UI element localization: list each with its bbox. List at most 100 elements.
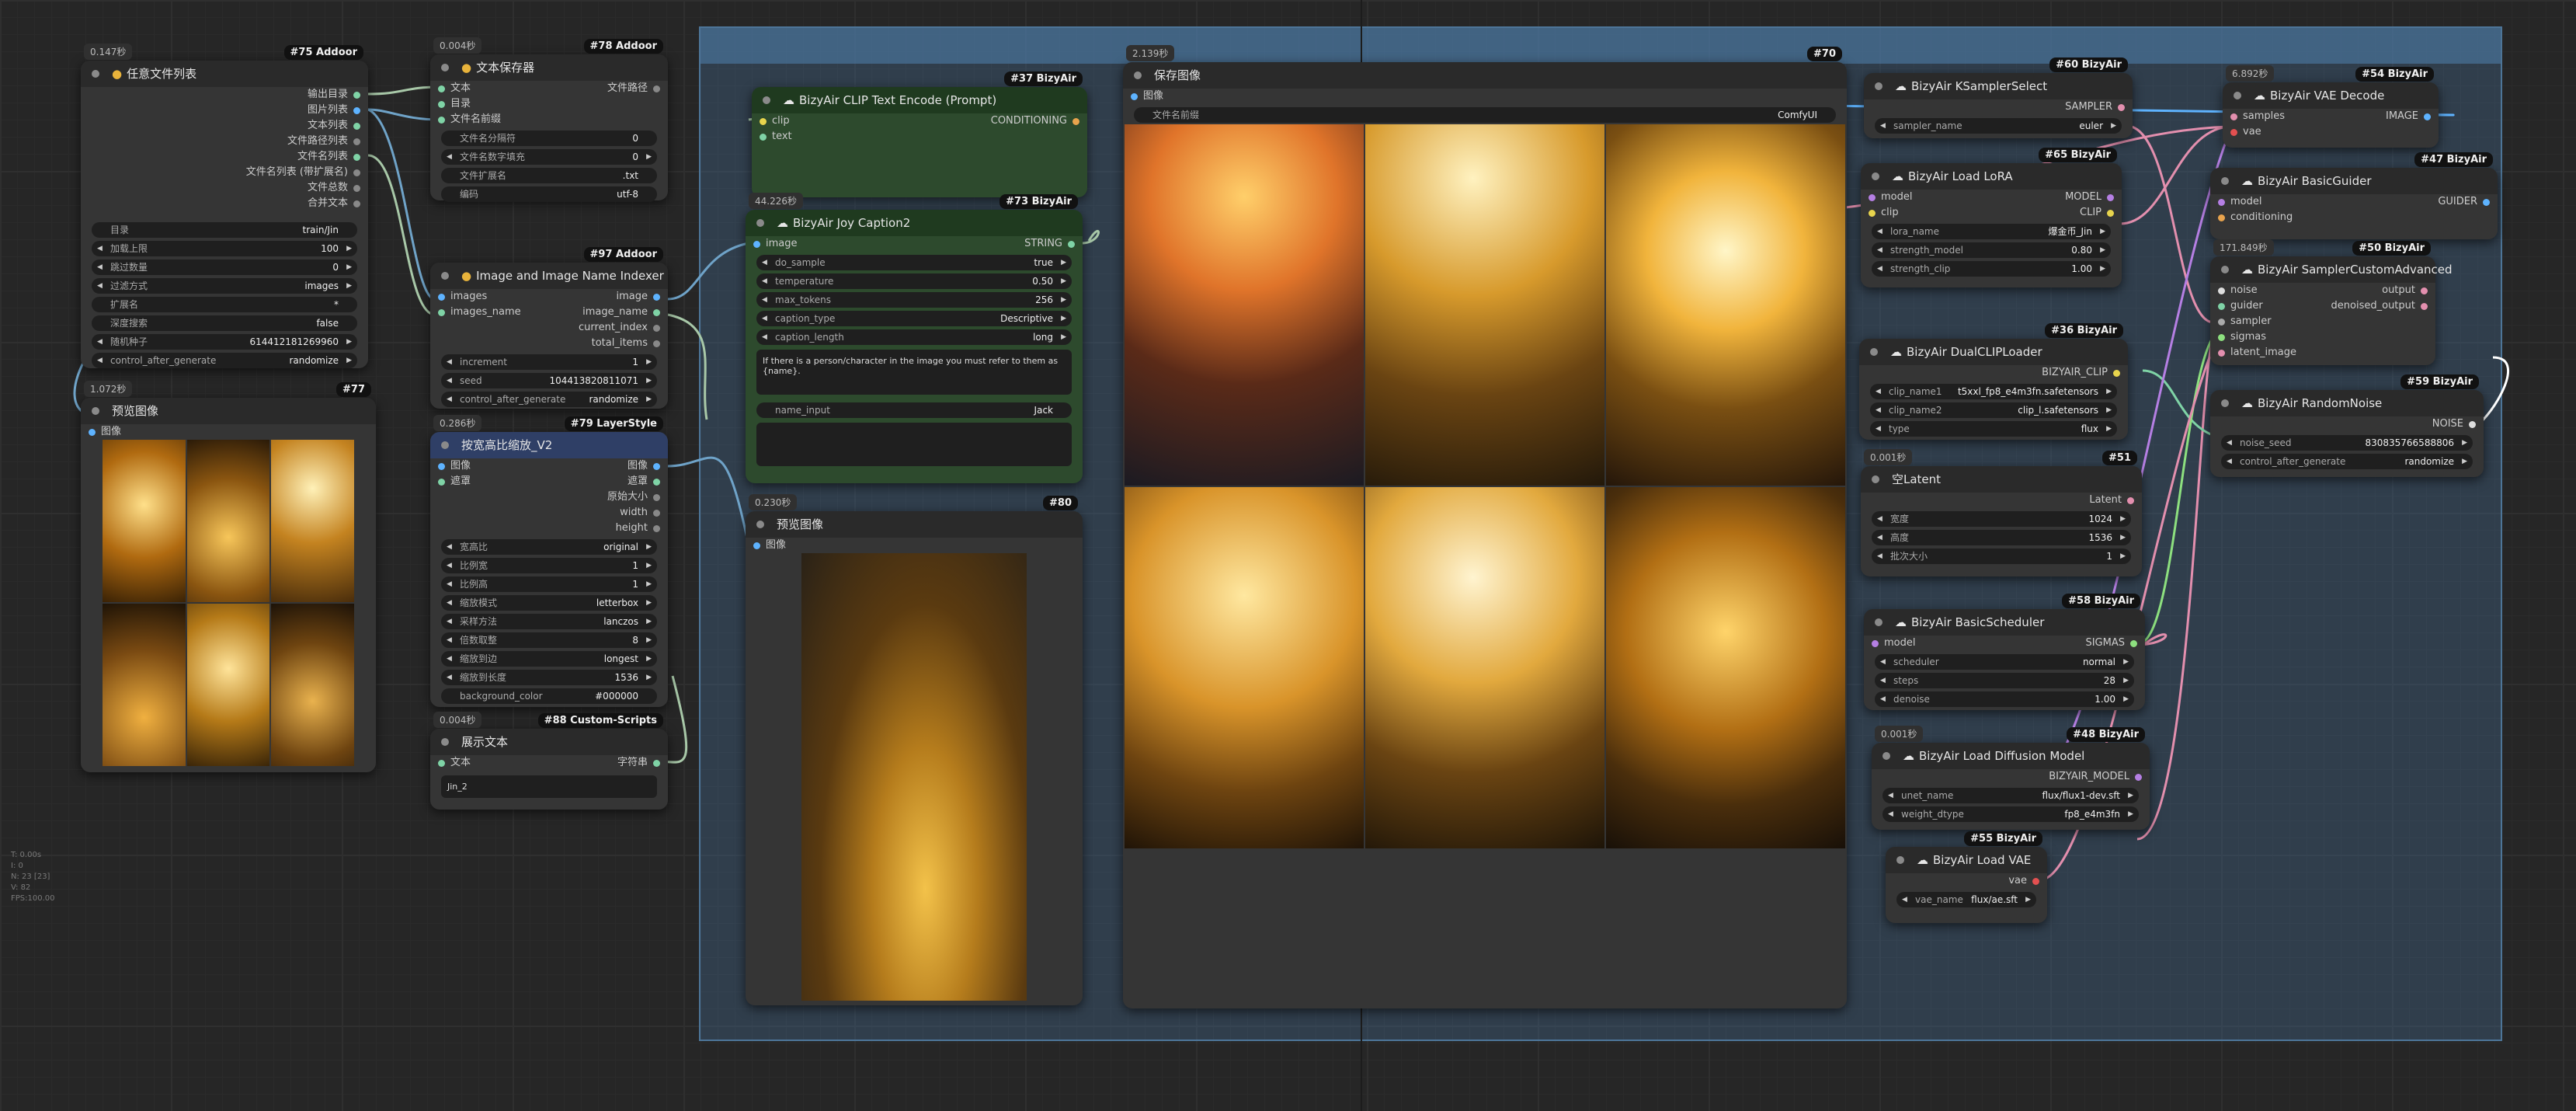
input-slot[interactable]: 目录 — [430, 96, 668, 112]
widget-type[interactable]: type flux — [1870, 421, 2117, 437]
widget-vae-name[interactable]: vae_name flux/ae.sft — [1896, 892, 2036, 907]
input-pin[interactable] — [2218, 334, 2225, 341]
node-title-bar[interactable]: ☁ BizyAir CLIP Text Encode (Prompt) — [752, 87, 1087, 113]
output-pin[interactable] — [653, 494, 660, 501]
collapse-dot-icon[interactable] — [2221, 177, 2229, 185]
node-load-diffusion-model[interactable]: 0.001秒 #48 BizyAir ☁ BizyAir Load Diffusi… — [1872, 726, 2150, 830]
output-slot[interactable]: vae — [1886, 873, 2047, 889]
node-empty-latent[interactable]: 0.001秒 #51 空Latent Latent 宽度1024 高度1536 … — [1861, 449, 2142, 576]
input-pin[interactable] — [438, 309, 445, 316]
collapse-dot-icon[interactable] — [1875, 82, 1882, 90]
node-image-indexer[interactable]: #97 Addoor ● Image and Image Name Indexer… — [430, 247, 668, 409]
collapse-dot-icon[interactable] — [1875, 618, 1882, 626]
input-pin[interactable] — [2230, 129, 2237, 136]
widget-strength-clip[interactable]: strength_clip 1.00 — [1872, 261, 2111, 277]
node-title-bar[interactable]: ● 任意文件列表 — [81, 61, 368, 87]
preview-thumb[interactable] — [271, 440, 354, 602]
collapse-dot-icon[interactable] — [441, 272, 449, 280]
output-pin[interactable] — [653, 325, 660, 332]
output-slot[interactable]: height — [430, 521, 668, 536]
node-title-bar[interactable]: ☁ BizyAir RandomNoise — [2210, 390, 2484, 416]
widget-aspect[interactable]: 宽高比 original — [441, 539, 657, 555]
widget-caption-type[interactable]: caption_type Descriptive — [756, 311, 1072, 326]
output-image[interactable] — [1606, 124, 1845, 486]
node-preview-image-2[interactable]: 0.230秒 #80 预览图像 图像 — [746, 494, 1083, 1005]
widget-seed[interactable]: 随机种子 614412181269960 — [92, 334, 357, 350]
output-slot[interactable]: Latent — [1861, 493, 2142, 508]
input-pin[interactable] — [438, 463, 445, 470]
preview-thumb[interactable] — [103, 440, 186, 602]
collapse-dot-icon[interactable] — [441, 738, 449, 746]
widget-filter[interactable]: 过滤方式 images — [92, 278, 357, 294]
node-title-bar[interactable]: ☁ BizyAir SamplerCustomAdvanced — [2210, 256, 2453, 283]
node-scale-by-aspect[interactable]: 0.286秒 #79 LayerStyle 按宽高比缩放_V2 图像 图像 遮罩遮… — [430, 415, 668, 707]
output-pin[interactable] — [653, 85, 660, 92]
widget-scale-side[interactable]: 缩放到边 longest — [441, 651, 657, 667]
output-pin[interactable] — [353, 138, 360, 145]
widget-batch-size[interactable]: 批次大小 1 — [1872, 549, 2131, 564]
io-row[interactable]: model MODEL — [1861, 190, 2122, 205]
widget-load-cap[interactable]: 加载上限 100 — [92, 241, 357, 256]
output-image[interactable] — [1125, 124, 1364, 486]
input-slot[interactable]: sampler — [2210, 314, 2435, 329]
input-pin[interactable] — [2218, 319, 2225, 326]
output-image[interactable] — [1365, 487, 1604, 848]
io-row[interactable]: 文本 字符串 — [430, 755, 668, 771]
output-slot[interactable]: width — [430, 505, 668, 521]
node-save-image[interactable]: 2.139秒 #70 保存图像 图像 文件名前缀 ComfyUI — [1123, 45, 1847, 1008]
preview-thumb[interactable] — [186, 440, 270, 602]
output-pin[interactable] — [2469, 421, 2476, 428]
preview-thumb[interactable] — [271, 604, 354, 766]
output-pin[interactable] — [1068, 241, 1075, 248]
output-textarea[interactable] — [756, 423, 1072, 466]
collapse-dot-icon[interactable] — [763, 96, 770, 104]
input-pin[interactable] — [2218, 199, 2225, 206]
node-basic-scheduler[interactable]: #58 BizyAir ☁ BizyAir BasicScheduler mode… — [1864, 594, 2145, 710]
output-pin[interactable] — [2032, 878, 2039, 885]
node-preview-image[interactable]: 1.072秒 #77 预览图像 图像 — [81, 381, 376, 772]
output-image[interactable] — [1606, 487, 1845, 848]
node-title-bar[interactable]: ☁ BizyAir Load LoRA — [1861, 163, 2122, 190]
widget-separator[interactable]: 文件名分隔符 0 — [441, 131, 657, 146]
io-row[interactable]: image STRING — [746, 236, 1083, 252]
widget-denoise[interactable]: denoise 1.00 — [1875, 691, 2134, 707]
output-slot[interactable]: total_items — [430, 336, 668, 351]
widget-lora-name[interactable]: lora_name 爆金币_Jin — [1872, 224, 2111, 239]
widget-directory[interactable]: 目录 train/Jin — [92, 222, 357, 238]
output-slot[interactable]: 图片列表 — [81, 103, 368, 118]
output-slot[interactable]: 输出目录 — [81, 87, 368, 103]
collapse-dot-icon[interactable] — [1896, 856, 1904, 864]
output-pin[interactable] — [653, 340, 660, 347]
node-title-bar[interactable]: ☁ BizyAir BasicGuider — [2210, 168, 2498, 194]
output-pin[interactable] — [653, 294, 660, 301]
node-show-text[interactable]: 0.004秒 #88 Custom-Scripts 展示文本 文本 字符串 Jin… — [430, 712, 668, 810]
collapse-dot-icon[interactable] — [92, 70, 99, 78]
output-slot[interactable]: 文件路径列表 — [81, 134, 368, 149]
input-pin[interactable] — [753, 241, 760, 248]
group-title-bar[interactable] — [700, 28, 2501, 64]
widget-clip-name1[interactable]: clip_name1 t5xxl_fp8_e4m3fn.safetensors — [1870, 384, 2117, 399]
collapse-dot-icon[interactable] — [2234, 92, 2241, 99]
widget-skip[interactable]: 跳过数量 0 — [92, 259, 357, 275]
input-slot[interactable]: 文件名前缀 — [430, 112, 668, 127]
input-pin[interactable] — [1869, 194, 1876, 201]
output-slot[interactable]: BIZYAIR_MODEL — [1872, 769, 2150, 785]
output-pin[interactable] — [2421, 303, 2428, 310]
io-row[interactable]: samples IMAGE — [2223, 109, 2439, 124]
input-slot[interactable]: vae — [2223, 124, 2439, 140]
output-slot[interactable]: current_index — [430, 320, 668, 336]
widget-strength-model[interactable]: strength_model 0.80 — [1872, 242, 2111, 258]
widget-noise-seed[interactable]: noise_seed 830835766588806 — [2221, 435, 2473, 451]
widget-round[interactable]: 倍数取整 8 — [441, 632, 657, 648]
input-slot[interactable]: 图像 — [746, 538, 1083, 553]
widget-control-after[interactable]: control_after_generate randomize — [2221, 454, 2473, 469]
output-pin[interactable] — [653, 463, 660, 470]
output-pin[interactable] — [2127, 497, 2134, 504]
widget-temperature[interactable]: temperature 0.50 — [756, 273, 1072, 289]
collapse-dot-icon[interactable] — [1134, 71, 1142, 79]
input-slot[interactable]: text — [752, 129, 1087, 145]
widget-sampler-name[interactable]: sampler_name euler — [1875, 118, 2122, 134]
input-slot[interactable]: latent_image — [2210, 345, 2435, 360]
node-random-noise[interactable]: #59 BizyAir ☁ BizyAir RandomNoise NOISE n… — [2210, 374, 2484, 477]
io-row[interactable]: images_name image_name — [430, 305, 668, 320]
